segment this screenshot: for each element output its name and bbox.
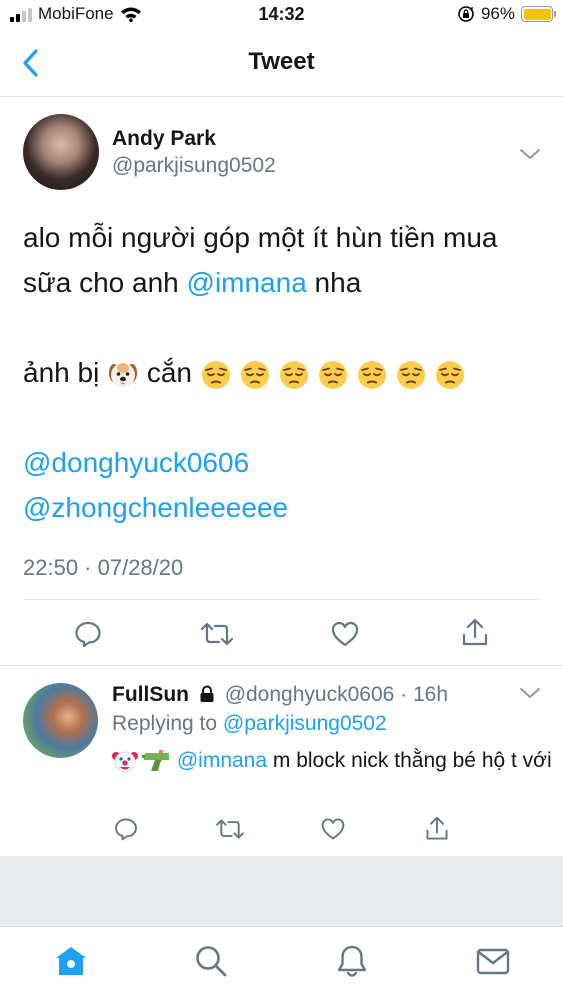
chevron-down-icon[interactable]	[519, 147, 541, 161]
reply-tweet[interactable]: FullSun @donghyuck0606 · 16h Replying to…	[0, 666, 563, 856]
dog-face-emoji	[109, 362, 138, 387]
pensive-face-emoji	[240, 360, 269, 389]
tweet-line-3-text: ảnh bị	[23, 357, 108, 388]
reply-body: m block nick thằng bé hộ t với	[267, 749, 552, 772]
divider	[23, 599, 540, 600]
reply-icon[interactable]	[73, 619, 103, 649]
pensive-face-emoji	[201, 360, 230, 389]
mention-imnana[interactable]: @imnana	[177, 749, 267, 772]
author-avatar[interactable]	[23, 114, 99, 190]
lock-icon	[200, 685, 214, 702]
retweet-icon[interactable]	[215, 816, 245, 842]
pensive-emoji-row	[200, 357, 473, 389]
author-name[interactable]: Andy Park	[112, 127, 216, 151]
author-handle[interactable]: @parkjisung0502	[112, 154, 276, 178]
retweet-icon[interactable]	[200, 619, 234, 649]
replying-handle[interactable]: @parkjisung0502	[223, 712, 387, 735]
battery-percent: 96%	[480, 4, 515, 23]
status-bar: MobiFone 14:32 96%	[0, 0, 563, 30]
tweet-line-2: sữa cho anh @imnana nha	[23, 260, 543, 305]
pensive-face-emoji	[357, 360, 386, 389]
empty-area	[0, 856, 563, 926]
search-icon[interactable]	[193, 943, 229, 979]
tweet-line-2-suffix: nha	[306, 267, 362, 298]
tweet-line-2-text: sữa cho anh	[23, 267, 187, 298]
tab-bar	[0, 926, 563, 1002]
reply-actions	[0, 816, 563, 846]
reply-age: · 16h	[394, 683, 449, 706]
clown-face-emoji	[112, 751, 138, 773]
page-title: Tweet	[248, 48, 315, 75]
reply-header: FullSun @donghyuck0606 · 16h	[112, 683, 448, 707]
mention-donghyuck0606[interactable]: @donghyuck0606	[23, 440, 543, 485]
mention-imnana[interactable]: @imnana	[187, 267, 307, 298]
tweet-line-3: ảnh bị cắn	[23, 350, 543, 395]
reply-avatar[interactable]	[23, 683, 98, 758]
like-icon[interactable]	[320, 816, 346, 842]
tweet-actions	[0, 615, 563, 651]
status-right: 96%	[457, 4, 556, 24]
pensive-face-emoji	[318, 360, 347, 389]
tweet-text: alo mỗi người góp một ít hùn tiền mua sữ…	[23, 215, 543, 530]
reply-icon[interactable]	[113, 816, 139, 842]
reply-author-handle[interactable]: @donghyuck0606	[225, 683, 395, 706]
like-icon[interactable]	[330, 619, 360, 649]
mail-icon[interactable]	[475, 943, 511, 979]
water-pistol-emoji	[142, 750, 169, 772]
orientation-lock-icon	[458, 6, 474, 22]
share-icon[interactable]	[460, 617, 490, 649]
tweet-line-3-mid: cắn	[139, 357, 200, 388]
bell-icon[interactable]	[334, 943, 370, 979]
pensive-face-emoji	[435, 360, 464, 389]
tweet-line-1: alo mỗi người góp một ít hùn tiền mua	[23, 222, 498, 253]
pensive-face-emoji	[279, 360, 308, 389]
home-icon[interactable]	[53, 943, 89, 979]
reply-author-name[interactable]: FullSun	[112, 683, 189, 706]
mention-zhongchenleeeeee[interactable]: @zhongchenleeeeee	[23, 485, 543, 530]
replying-to: Replying to @parkjisung0502	[112, 712, 387, 736]
reply-text: @imnana m block nick thằng bé hộ t với	[112, 746, 552, 776]
chevron-down-icon[interactable]	[519, 686, 541, 700]
share-icon[interactable]	[424, 815, 450, 843]
tweet-timestamp: 22:50 · 07/28/20	[23, 555, 184, 580]
replying-label: Replying to	[112, 712, 223, 735]
pensive-face-emoji	[396, 360, 425, 389]
nav-bar: Tweet	[0, 30, 563, 97]
battery-icon	[521, 6, 556, 22]
